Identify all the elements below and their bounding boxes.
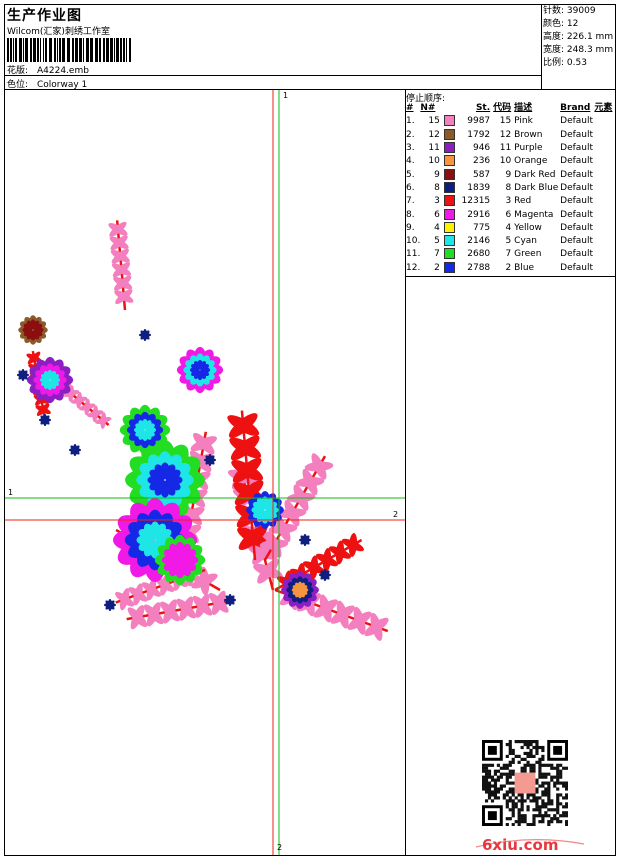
color-swatch <box>443 195 455 207</box>
table-row: 5. 9 587 9 Dark Red Default <box>406 168 594 180</box>
color-panel: 停止顺序: # N# St. 代码 描述 Brand 元素 1. 15 9987 15… <box>406 90 615 855</box>
production-sheet: 生产作业图 Wilcom(汇家)刺绣工作室 花版: A4224.emb 色位: Co… <box>4 4 616 856</box>
svg-text:6xiu.com: 6xiu.com <box>482 836 558 854</box>
axis-label-green-v: 1 <box>283 91 289 100</box>
qr-code <box>482 740 568 826</box>
axis-label-green-h: 1 <box>8 488 14 497</box>
table-row: 2. 12 1792 12 Brown Default <box>406 128 594 140</box>
table-row: 7. 3 12315 3 Red Default <box>406 195 594 207</box>
site-logo: 6xiu.com <box>475 836 585 854</box>
axis-label-red-v: 2 <box>277 843 283 852</box>
table-row: 11. 7 2680 7 Green Default <box>406 248 594 260</box>
header-info: 生产作业图 Wilcom(汇家)刺绣工作室 花版: A4224.emb 色位: Co… <box>5 5 542 90</box>
table-row: 4. 10 236 10 Orange Default <box>406 155 594 167</box>
colorway-value: Colorway 1 <box>37 80 88 90</box>
embroidery-canvas <box>5 90 405 855</box>
table-row: 10. 5 2146 5 Cyan Default <box>406 235 594 247</box>
embroidery-design <box>17 220 389 641</box>
axis-label-red-h: 2 <box>393 510 399 519</box>
barcode <box>7 38 131 62</box>
page-title: 生产作业图 <box>7 8 82 24</box>
color-swatch <box>443 155 455 167</box>
colorway-line: 色位: Colorway 1 <box>7 77 87 90</box>
design-preview: 1 1 2 2 <box>5 90 406 855</box>
table-header: # N# St. 代码 描述 Brand 元素 <box>406 103 613 114</box>
color-swatch <box>443 261 455 273</box>
header: 生产作业图 Wilcom(汇家)刺绣工作室 花版: A4224.emb 色位: Co… <box>5 5 615 90</box>
color-swatch <box>443 248 455 260</box>
stat-stitches: 针数: 39009 <box>543 6 596 16</box>
color-swatch <box>443 128 455 140</box>
color-table: # N# St. 代码 描述 Brand 元素 1. 15 9987 15 Pink De… <box>406 102 615 275</box>
table-row: 6. 8 1839 8 Dark Blue Default <box>406 181 594 193</box>
color-swatch <box>443 181 455 193</box>
color-swatch <box>443 221 455 233</box>
color-swatch <box>443 208 455 220</box>
stat-height: 高度: 226.1 mm <box>543 32 614 42</box>
colorway-label: 色位: <box>7 80 29 90</box>
stat-scale: 比例: 0.53 <box>543 58 587 68</box>
table-row: 9. 4 775 4 Yellow Default <box>406 221 594 233</box>
table-row: 3. 11 946 11 Purple Default <box>406 142 594 154</box>
table-row: 12. 2 2788 2 Blue Default <box>406 261 594 273</box>
stat-colors: 颜色: 12 <box>543 19 579 29</box>
divider <box>5 75 541 76</box>
table-row: 8. 6 2916 6 Magenta Default <box>406 208 594 220</box>
color-swatch <box>443 168 455 180</box>
color-swatch <box>443 235 455 247</box>
stat-width: 宽度: 248.3 mm <box>543 45 614 55</box>
table-row: 1. 15 9987 15 Pink Default <box>406 115 594 127</box>
color-swatch <box>443 115 455 127</box>
color-swatch <box>443 142 455 154</box>
stats-panel: 针数: 39009 颜色: 12 高度: 226.1 mm 宽度: 248.3 … <box>542 5 615 89</box>
studio-name: Wilcom(汇家)刺绣工作室 <box>7 27 110 37</box>
divider <box>406 276 615 277</box>
